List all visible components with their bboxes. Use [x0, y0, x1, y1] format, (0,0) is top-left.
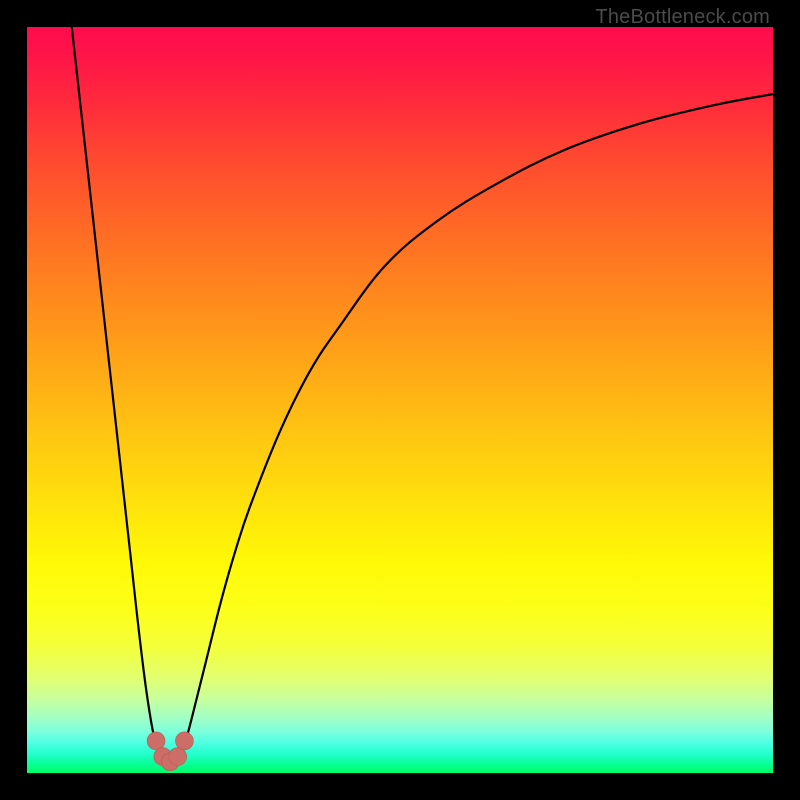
curve-svg: [27, 27, 773, 773]
plot-area: [27, 27, 773, 773]
curve-min-marker: [169, 748, 187, 766]
curve-min-marker: [175, 732, 193, 750]
watermark-text: TheBottleneck.com: [595, 6, 770, 29]
chart-frame: TheBottleneck.com: [0, 0, 800, 800]
curve-min-markers: [147, 732, 193, 771]
bottleneck-curve: [72, 27, 773, 766]
curve-min-marker: [147, 732, 165, 750]
